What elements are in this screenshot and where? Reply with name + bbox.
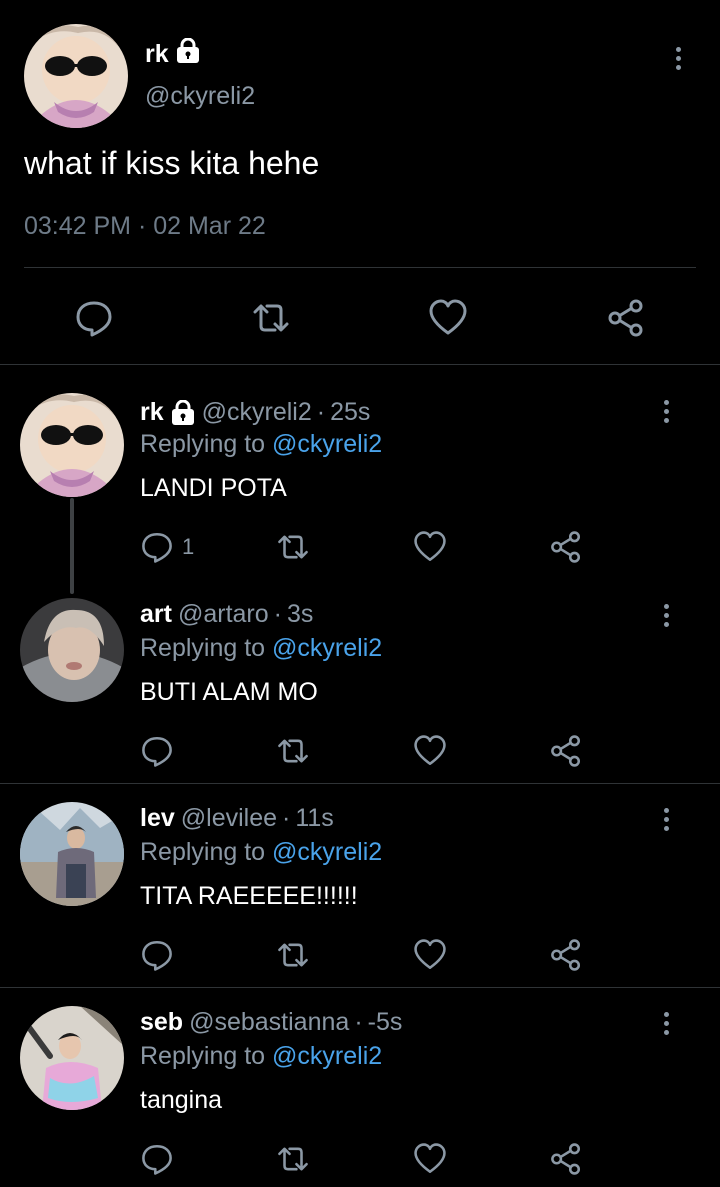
retweet-button[interactable] [274, 935, 312, 975]
share-button[interactable] [549, 935, 583, 975]
avatar[interactable] [20, 802, 124, 906]
like-button[interactable] [413, 935, 447, 975]
display-name[interactable]: seb [140, 1008, 183, 1037]
like-button[interactable] [413, 527, 447, 567]
retweet-button[interactable] [274, 527, 312, 567]
share-icon [551, 735, 581, 767]
separator: · [354, 1008, 363, 1036]
heart-icon [414, 1143, 446, 1174]
more-options-icon[interactable] [656, 1005, 676, 1041]
relative-time: -5s [367, 1008, 403, 1036]
replying-to: Replying to @ckyreli2 [140, 838, 382, 867]
reply-text: LANDI POTA [140, 474, 287, 502]
reply-count: 1 [182, 534, 195, 559]
relative-time: 25s [330, 398, 371, 426]
divider [24, 267, 696, 268]
replying-to: Replying to @ckyreli2 [140, 430, 382, 459]
reply-text: tangina [140, 1086, 223, 1114]
separator: · [282, 804, 291, 832]
relative-time: 11s [295, 804, 334, 832]
mention-link[interactable]: @ckyreli2 [272, 634, 382, 662]
more-options-icon[interactable] [656, 597, 676, 633]
avatar[interactable] [24, 24, 128, 128]
avatar[interactable] [20, 1006, 124, 1110]
share-icon [551, 1143, 581, 1175]
heart-icon [414, 939, 446, 970]
lock-icon [170, 399, 196, 426]
reply-icon [142, 532, 172, 563]
retweet-icon [278, 943, 308, 967]
more-options-icon[interactable] [656, 393, 676, 429]
avatar[interactable] [20, 393, 124, 497]
display-name[interactable]: rk [140, 398, 164, 427]
replying-prefix: Replying to [140, 634, 266, 662]
reply-divider [0, 783, 720, 784]
more-options-icon[interactable] [668, 40, 688, 76]
display-name[interactable]: lev [140, 804, 175, 833]
reply-button[interactable] [140, 1139, 174, 1179]
share-icon [608, 299, 643, 337]
reply-header: lev @levilee · 11s [140, 804, 334, 833]
reply-header: art @artaro · 3s [140, 600, 313, 629]
section-divider [0, 364, 720, 365]
handle[interactable]: @ckyreli2 [145, 82, 255, 111]
like-button[interactable] [413, 731, 447, 771]
mention-link[interactable]: @ckyreli2 [272, 838, 382, 866]
heart-icon [414, 735, 446, 766]
like-button[interactable] [413, 1139, 447, 1179]
replying-prefix: Replying to [140, 838, 266, 866]
handle[interactable]: @ckyreli2 [202, 398, 312, 427]
tweet-text: what if kiss kita hehe [24, 145, 320, 181]
retweet-icon [278, 739, 308, 763]
reply-text: BUTI ALAM MO [140, 678, 318, 706]
display-name-text[interactable]: rk [145, 40, 169, 69]
handle[interactable]: @levilee [181, 804, 277, 833]
handle[interactable]: @artaro [178, 600, 269, 629]
mention-link[interactable]: @ckyreli2 [272, 430, 382, 458]
replying-prefix: Replying to [140, 430, 266, 458]
like-button[interactable] [426, 296, 470, 340]
separator: · [273, 600, 282, 628]
share-button[interactable] [549, 1139, 583, 1179]
retweet-icon [253, 304, 289, 332]
reply-button[interactable] [140, 935, 174, 975]
reply-button[interactable] [72, 296, 116, 340]
reply-icon [142, 1144, 172, 1175]
more-options-icon[interactable] [656, 801, 676, 837]
relative-time: 3s [286, 600, 314, 628]
display-name[interactable]: art [140, 600, 172, 629]
timestamp: 03:42 PM · 02 Mar 22 [24, 212, 266, 240]
heart-icon [414, 531, 446, 562]
separator: · [316, 398, 326, 426]
reply-button[interactable]: 1 [140, 527, 194, 567]
reply-header: seb @sebastianna · -5s [140, 1008, 402, 1037]
retweet-button[interactable] [274, 1139, 312, 1179]
replying-to: Replying to @ckyreli2 [140, 1042, 382, 1071]
thread-connector [70, 498, 74, 594]
replying-to: Replying to @ckyreli2 [140, 634, 382, 663]
heart-icon [429, 299, 467, 335]
retweet-button[interactable] [274, 731, 312, 771]
display-name[interactable]: rk [145, 37, 201, 71]
reply-header: rk @ckyreli2 · 25s [140, 398, 370, 427]
retweet-button[interactable] [249, 296, 293, 340]
share-icon [551, 531, 581, 563]
avatar[interactable] [20, 598, 124, 702]
reply-icon [142, 736, 172, 767]
reply-button[interactable] [140, 731, 174, 771]
share-button[interactable] [549, 731, 583, 771]
share-button[interactable] [549, 527, 583, 567]
retweet-icon [278, 535, 308, 559]
share-icon [551, 939, 581, 971]
handle[interactable]: @sebastianna [189, 1008, 349, 1037]
reply-icon [76, 301, 112, 337]
reply-divider [0, 987, 720, 988]
reply-icon [142, 940, 172, 971]
lock-icon [175, 37, 201, 71]
replying-prefix: Replying to [140, 1042, 266, 1070]
mention-link[interactable]: @ckyreli2 [272, 1042, 382, 1070]
reply-text: TITA RAEEEEE!!!!!! [140, 882, 358, 910]
share-button[interactable] [604, 296, 648, 340]
retweet-icon [278, 1147, 308, 1171]
